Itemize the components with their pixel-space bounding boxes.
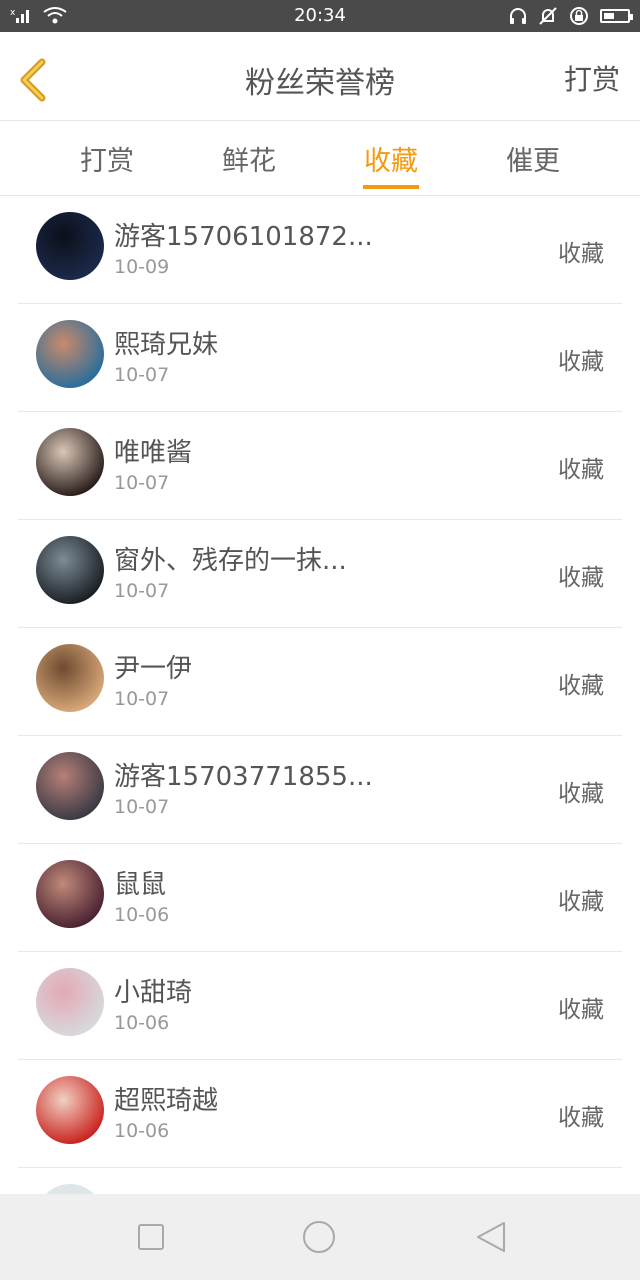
tab-bar: 打赏 鲜花 收藏 催更	[0, 121, 640, 196]
item-date: 10-06	[114, 1012, 170, 1034]
list-item[interactable]: 游客15706101872... 10-09 收藏	[18, 196, 622, 304]
list-item[interactable]: 鼠鼠 10-06 收藏	[18, 844, 622, 952]
list-item[interactable]: 小甜琦 10-06 收藏	[18, 952, 622, 1060]
user-name: 唯唯酱	[114, 438, 193, 468]
avatar	[36, 212, 104, 280]
user-name: 超熙琦越	[114, 1086, 219, 1116]
item-date: 10-07	[114, 472, 170, 494]
item-type: 收藏	[558, 349, 604, 375]
item-date: 10-07	[114, 688, 170, 710]
list-item[interactable]: 窗外、残存的一抹... 10-07 收藏	[18, 520, 622, 628]
user-name: 尹一伊	[114, 654, 193, 684]
avatar	[36, 536, 104, 604]
active-tab-indicator	[363, 185, 419, 189]
recent-apps-icon[interactable]	[134, 1220, 168, 1254]
user-name: 窗外、残存的一抹...	[114, 546, 347, 576]
user-name: 游客15703771855...	[114, 762, 373, 792]
tab-urge[interactable]: 催更	[478, 139, 588, 178]
item-type: 收藏	[558, 781, 604, 807]
list-item[interactable]: 游客15703771855... 10-07 收藏	[18, 736, 622, 844]
user-name: 鼠鼠	[114, 870, 167, 900]
item-date: 10-06	[114, 1120, 170, 1142]
item-date: 10-07	[114, 580, 170, 602]
tab-flowers[interactable]: 鲜花	[194, 139, 304, 178]
avatar	[36, 968, 104, 1036]
avatar	[36, 860, 104, 928]
item-type: 收藏	[558, 241, 604, 267]
item-date: 10-07	[114, 364, 170, 386]
list-item[interactable]: 超熙琦越 10-06 收藏	[18, 1060, 622, 1168]
user-name: 熙琦兄妹	[114, 330, 219, 360]
avatar	[36, 752, 104, 820]
avatar	[36, 320, 104, 388]
item-date: 10-09	[114, 256, 170, 278]
tab-favorites[interactable]: 收藏	[336, 139, 446, 178]
title-bar: 粉丝荣誉榜 打赏	[0, 32, 640, 121]
home-icon[interactable]	[302, 1220, 336, 1254]
list-item[interactable]: 唯唯酱 10-07 收藏	[18, 412, 622, 520]
fan-list: 游客15706101872... 10-09 收藏 熙琦兄妹 10-07 收藏 …	[0, 196, 640, 1252]
item-type: 收藏	[558, 457, 604, 483]
list-item[interactable]: 尹一伊 10-07 收藏	[18, 628, 622, 736]
list-item[interactable]: 熙琦兄妹 10-07 收藏	[18, 304, 622, 412]
page-title: 粉丝荣誉榜	[245, 66, 395, 101]
item-type: 收藏	[558, 889, 604, 915]
tab-tip[interactable]: 打赏	[52, 139, 162, 178]
headphones-icon	[510, 8, 526, 24]
item-type: 收藏	[558, 997, 604, 1023]
item-date: 10-06	[114, 904, 170, 926]
item-type: 收藏	[558, 565, 604, 591]
tip-button[interactable]: 打赏	[564, 58, 620, 98]
item-type: 收藏	[558, 673, 604, 699]
status-right	[508, 5, 633, 27]
user-name: 游客15706101872...	[114, 222, 373, 252]
avatar	[36, 428, 104, 496]
back-icon[interactable]	[474, 1220, 508, 1254]
item-type: 收藏	[558, 1105, 604, 1131]
item-date: 10-07	[114, 796, 170, 818]
bell-muted-icon	[539, 7, 557, 25]
navigation-bar	[0, 1194, 640, 1280]
avatar	[36, 644, 104, 712]
avatar	[36, 1076, 104, 1144]
rotation-lock-icon	[570, 7, 588, 25]
status-bar: x 20:34	[0, 0, 640, 32]
battery-icon	[600, 9, 633, 23]
user-name: 小甜琦	[114, 978, 193, 1008]
